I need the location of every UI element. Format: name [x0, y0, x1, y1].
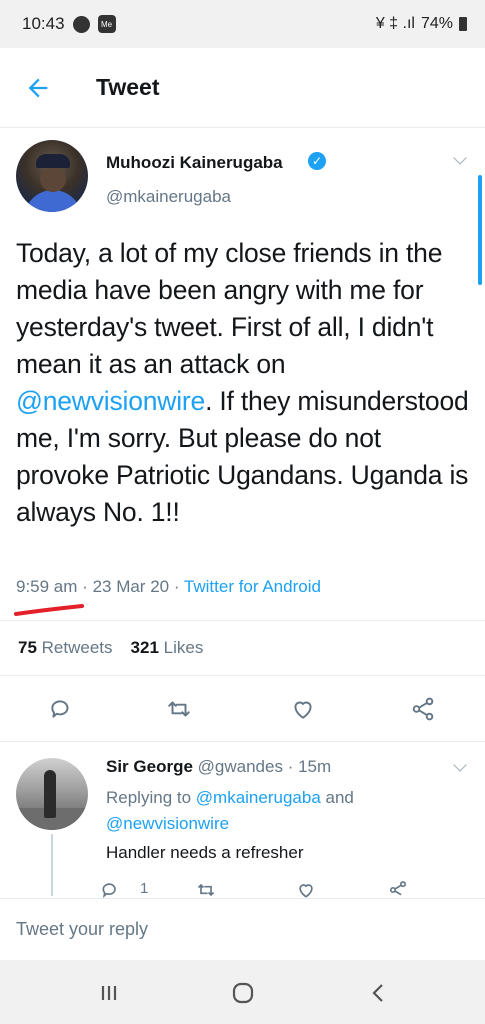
- page-title: Tweet: [96, 74, 160, 100]
- app-header: Tweet: [0, 48, 485, 128]
- reply-author-handle[interactable]: @gwandes: [198, 757, 283, 776]
- tweet-source-link[interactable]: Twitter for Android: [184, 577, 321, 596]
- reply-actions: 1: [100, 878, 430, 898]
- reply-like-heart-icon[interactable]: [296, 880, 316, 898]
- tweet-stats: 75 Retweets 321 Likes: [0, 620, 485, 676]
- battery-level: 74%: [420, 15, 453, 32]
- tweet-date[interactable]: 23 Mar 20: [93, 577, 170, 596]
- reply-reply-icon[interactable]: [100, 880, 120, 898]
- tweet-text-before: Today, a lot of my close friends in the …: [16, 238, 443, 379]
- tweet-time[interactable]: 9:59 am: [16, 577, 77, 596]
- like-heart-icon[interactable]: [290, 696, 316, 722]
- reply-author-avatar[interactable]: [16, 758, 88, 830]
- share-icon[interactable]: [410, 696, 436, 722]
- likes-stat[interactable]: 321 Likes: [131, 638, 204, 658]
- author-avatar[interactable]: [16, 140, 88, 212]
- compose-bar: Tweet your reply: [0, 898, 485, 960]
- reply-retweet-icon[interactable]: [196, 880, 216, 898]
- reply-text: Handler needs a refresher: [106, 843, 304, 862]
- reply-header: Sir George @gwandes · 15m: [106, 757, 332, 776]
- reply-icon[interactable]: [48, 696, 74, 722]
- back-arrow-icon[interactable]: [24, 74, 52, 102]
- replying-to: Replying to @mkainerugaba and @newvision…: [106, 788, 354, 833]
- tweet-meta: 9:59 am · 23 Mar 20 · Twitter for Androi…: [16, 577, 321, 596]
- verified-badge-icon: ✓: [308, 152, 326, 170]
- nav-back-icon[interactable]: [364, 978, 394, 1008]
- reply-chevron-down-icon[interactable]: [453, 758, 467, 772]
- battery-icon: [459, 17, 467, 31]
- home-icon[interactable]: [228, 978, 258, 1008]
- red-annotation-underline: [14, 604, 84, 616]
- chevron-down-icon[interactable]: [453, 151, 467, 165]
- recent-apps-icon[interactable]: [94, 978, 124, 1008]
- retweets-stat[interactable]: 75 Retweets: [18, 638, 113, 658]
- thread-line: [51, 834, 53, 896]
- replying-mention-2[interactable]: @newvisionwire: [106, 814, 229, 833]
- tweet-mention-link[interactable]: @newvisionwire: [16, 386, 205, 416]
- reply-author-name[interactable]: Sir George: [106, 757, 193, 776]
- app-notification-icon: Me: [97, 15, 116, 33]
- reply-reply-count: 1: [140, 880, 149, 897]
- scrollbar[interactable]: [478, 175, 482, 285]
- status-time: 10:43: [22, 14, 65, 33]
- tweet-actions: [0, 676, 485, 742]
- shield-icon: [72, 15, 90, 33]
- reply-age: 15m: [298, 757, 332, 776]
- reply-input[interactable]: Tweet your reply: [16, 919, 148, 940]
- replying-mention-1[interactable]: @mkainerugaba: [196, 788, 321, 807]
- retweet-icon[interactable]: [166, 696, 192, 722]
- signal-icons: ¥ ‡ .ıl: [375, 15, 415, 32]
- author-name[interactable]: Muhoozi Kainerugaba: [106, 153, 283, 173]
- system-nav-bar: [0, 960, 485, 1024]
- tweet-text: Today, a lot of my close friends in the …: [16, 235, 471, 531]
- status-bar: 10:43 Me ¥ ‡ .ıl 74%: [0, 0, 485, 48]
- reply-share-icon[interactable]: [388, 880, 408, 898]
- author-handle[interactable]: @mkainerugaba: [106, 187, 231, 207]
